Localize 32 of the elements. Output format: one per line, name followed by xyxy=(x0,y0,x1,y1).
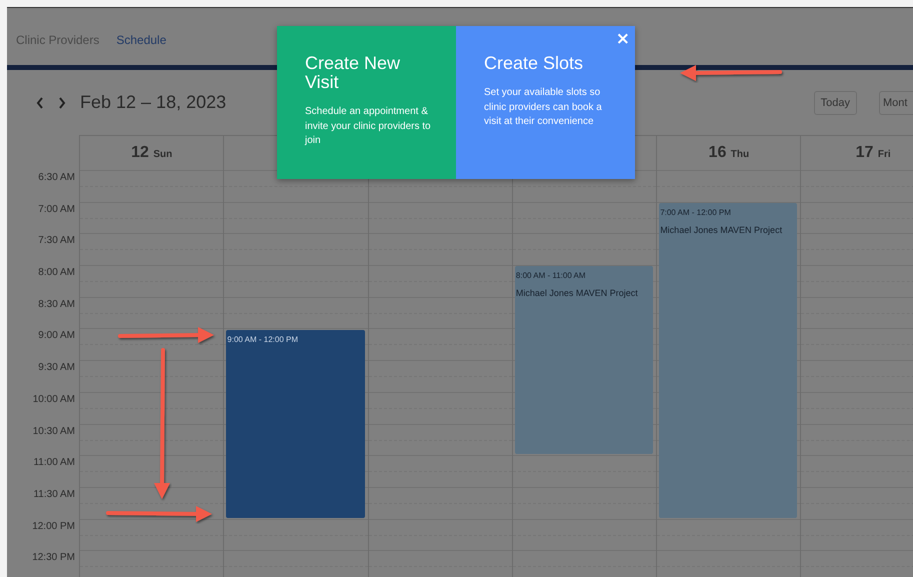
view-button[interactable]: Mont xyxy=(879,90,913,114)
day-header: 16 Thu xyxy=(708,144,750,162)
calendar-event[interactable]: 8:00 AM - 11:00 AM Michael Jones MAVEN Project xyxy=(514,266,654,454)
close-button[interactable]: × xyxy=(614,31,632,47)
chevron-left-icon[interactable] xyxy=(36,96,44,108)
nav-tab[interactable]: Schedule xyxy=(116,33,166,47)
day-header: 17 Fri xyxy=(856,144,891,162)
time-label: 11:30 AM xyxy=(33,488,75,500)
calendar-event[interactable]: 7:00 AM - 12:00 PM Michael Jones MAVEN Project xyxy=(659,202,798,518)
event-title: Michael Jones MAVEN Project xyxy=(660,224,784,235)
time-label: 8:30 AM xyxy=(38,298,75,310)
time-label: 12:00 PM xyxy=(32,520,75,532)
time-label: 6:30 AM xyxy=(38,172,75,183)
time-label: 9:00 AM xyxy=(38,330,75,342)
time-label: 10:30 AM xyxy=(32,426,75,436)
time-label: 7:00 AM xyxy=(38,204,75,215)
time-label: 8:00 AM xyxy=(38,267,75,278)
event-time: 8:00 AM - 11:00 AM xyxy=(516,271,587,280)
day-header: 12 Sun xyxy=(131,144,172,162)
option-card[interactable]: Create New Visit Schedule an appointment & invite your clinic providers to join xyxy=(277,26,456,179)
time-label: 12:30 PM xyxy=(32,552,75,564)
event-title: Michael Jones MAVEN Project xyxy=(516,288,639,298)
event-time: 7:00 AM - 12:00 PM xyxy=(660,208,732,217)
time-label: 9:30 AM xyxy=(38,362,75,374)
calendar-event[interactable]: 9:00 AM - 12:00 PM xyxy=(226,330,365,518)
chevron-right-icon[interactable] xyxy=(58,96,66,108)
event-time: 9:00 AM - 12:00 PM xyxy=(227,334,299,344)
view-button[interactable]: Today xyxy=(814,90,857,114)
time-label: 11:00 AM xyxy=(33,457,75,468)
time-label: 7:30 AM xyxy=(38,235,75,246)
date-range: Feb 12 – 18, 2023 xyxy=(80,92,226,113)
time-label: 10:00 AM xyxy=(32,394,75,405)
